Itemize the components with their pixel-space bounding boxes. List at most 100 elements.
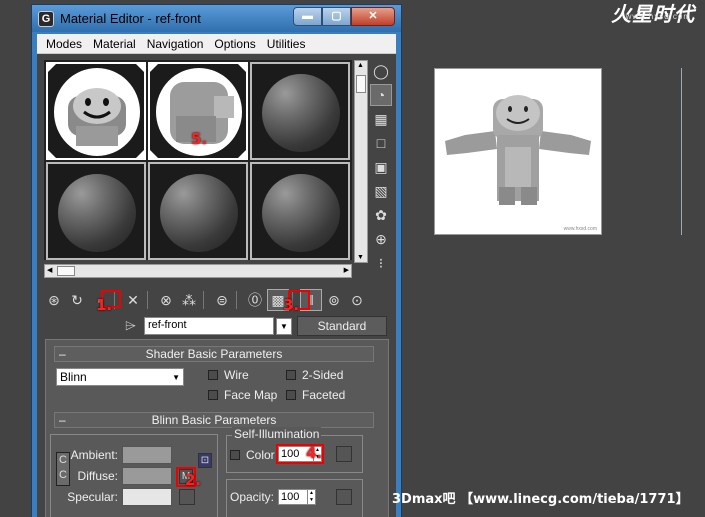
spinner-arrows-icon[interactable]: ▲ ▼ [307,490,315,504]
character-preview [54,68,140,156]
shader-rollout-title: Shader Basic Parameters [145,347,283,361]
window-title: Material Editor - ref-front [60,11,201,26]
menu-modes[interactable]: Modes [42,37,86,51]
material-name-field[interactable]: ref-front [144,317,274,335]
sample-type-icon[interactable]: ◯ [370,60,392,82]
menu-utilities[interactable]: Utilities [263,37,310,51]
shader-type-value: Blinn [60,370,87,384]
faceted-checkbox[interactable]: Faceted [286,388,345,402]
sample-slot-4[interactable] [46,162,146,260]
menu-bar: Modes Material Navigation Options Utilit… [37,34,396,54]
select-by-material-icon[interactable]: ⊕ [370,228,392,250]
options-icon[interactable]: ✿ [370,204,392,226]
scroll-right-arrow-icon[interactable]: ▶ [344,266,349,274]
put-to-scene-icon[interactable]: ↻ [66,289,88,311]
menu-options[interactable]: Options [210,37,259,51]
credit-text: 3Dmax吧 【www.linecg.com/tieba/1771】 [392,492,689,507]
ambient-color-swatch[interactable] [122,446,172,464]
background-icon[interactable]: ▦ [370,108,392,130]
wire-checkbox[interactable]: Wire [208,368,249,382]
opacity-label: Opacity: [230,490,275,504]
title-bar[interactable]: G Material Editor - ref-front ▬ ▢ ✕ [32,5,401,32]
video-color-check-icon[interactable]: ▣ [370,156,392,178]
material-type-button[interactable]: Standard [297,316,387,336]
viewport[interactable]: www.hxsd.com [434,68,602,235]
backlight-icon[interactable]: ◔ [370,84,392,106]
lock-icon[interactable]: ⊡ [198,453,212,468]
face-map-checkbox[interactable]: Face Map [208,388,277,402]
go-to-parent-icon[interactable]: ⊚ [323,289,345,311]
sample-slot-5[interactable] [148,162,248,260]
main-toolbar: ⊛ ↻ ▪ ✕ ⊗ ⁂ ⊜ ⓪ ▩ ‖ ⊚ ⊙ [37,288,396,312]
reset-map-icon[interactable]: ✕ [122,289,144,311]
sphere-preview [262,174,340,252]
side-toolbar: ◯ ◔ ▦ □ ▣ ▧ ✿ ⊕ ⁝ [370,60,394,276]
collapse-icon[interactable]: – [59,347,66,361]
menu-material[interactable]: Material [89,37,140,51]
self-illum-color-checkbox[interactable]: Color [230,448,275,462]
chevron-down-icon[interactable]: ▼ [276,318,292,335]
material-map-navigator-icon[interactable]: ⁝ [370,252,392,274]
annotation-2: 2. [185,471,202,489]
menu-navigation[interactable]: Navigation [143,37,208,51]
scroll-left-arrow-icon[interactable]: ◀ [47,266,52,274]
watermark-site: www.hxsd.com [625,12,691,21]
viewport-logo: www.hxsd.com [563,226,597,232]
minimize-button[interactable]: ▬ [293,7,322,26]
editor-client: Modes Material Navigation Options Utilit… [37,34,396,517]
sample-slot-1[interactable] [46,62,146,160]
toolbar-divider [147,291,153,309]
sample-slot-3[interactable] [250,62,350,160]
diffuse-color-swatch[interactable] [122,467,172,485]
shader-rollout-header[interactable]: – Shader Basic Parameters [54,346,374,362]
toolbar-divider [236,291,242,309]
pick-material-icon[interactable]: ⌲ [125,317,136,334]
character-model [435,69,601,234]
opacity-spinner[interactable]: 100 ▲ ▼ [278,489,316,505]
self-illum-map-button[interactable] [336,446,352,462]
opacity-value: 100 [281,491,300,503]
material-name-row: ⌲ ref-front ▼ Standard [37,315,396,337]
specular-map-button[interactable] [179,489,195,505]
make-unique-icon[interactable]: ⁂ [178,289,200,311]
sample-uv-tiling-icon[interactable]: □ [370,132,392,154]
two-sided-checkbox[interactable]: 2-Sided [286,368,343,382]
make-copy-icon[interactable]: ⊗ [155,289,177,311]
get-material-icon[interactable]: ⊛ [43,289,65,311]
chevron-down-icon: ▼ [172,373,180,382]
ambient-label: Ambient: [70,448,118,462]
slots-vertical-scrollbar[interactable]: ▲ ▼ [354,60,368,263]
shader-type-dropdown[interactable]: Blinn ▼ [56,368,184,386]
scroll-thumb[interactable] [356,75,366,93]
sphere-preview [58,174,136,252]
faceted-label: Faceted [302,388,346,402]
toolbar-divider [203,291,209,309]
annotation-4: 4. [306,444,323,462]
face-map-label: Face Map [224,388,278,402]
scroll-up-arrow-icon[interactable]: ▲ [357,62,364,69]
self-illumination-label: Self-Illumination [232,427,322,441]
blinn-rollout-header[interactable]: – Blinn Basic Parameters [54,412,374,428]
sample-slots-grid [44,60,352,260]
close-button[interactable]: ✕ [351,7,395,26]
put-to-library-icon[interactable]: ⊜ [211,289,233,311]
material-editor-window: G Material Editor - ref-front ▬ ▢ ✕ Mode… [31,4,402,517]
sample-slot-6[interactable] [250,162,350,260]
maximize-button[interactable]: ▢ [322,7,351,26]
sphere-preview [262,74,340,152]
collapse-icon[interactable]: – [59,413,66,427]
annotation-1: 1. [96,296,113,314]
annotation-5: 5. [191,130,208,148]
specular-color-swatch[interactable] [122,488,172,506]
app-icon[interactable]: G [38,11,54,27]
annotation-3: 3. [283,296,300,314]
slots-horizontal-scrollbar[interactable]: ◀ ▶ [44,264,352,278]
make-preview-icon[interactable]: ▧ [370,180,392,202]
scroll-down-arrow-icon[interactable]: ▼ [357,254,364,261]
two-sided-label: 2-Sided [302,368,344,382]
opacity-map-button[interactable] [336,489,352,505]
go-forward-icon[interactable]: ⊙ [346,289,368,311]
scroll-thumb[interactable] [57,266,75,276]
diffuse-label: Diffuse: [77,469,118,483]
material-id-icon[interactable]: ⓪ [244,289,266,311]
